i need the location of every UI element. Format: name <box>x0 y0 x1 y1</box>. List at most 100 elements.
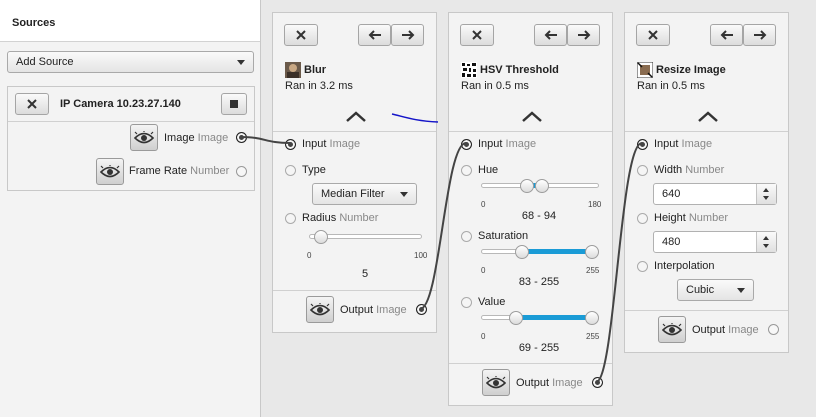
resize-input-socket[interactable] <box>637 139 648 150</box>
move-left-blur-button[interactable] <box>358 24 391 46</box>
collapse-chevron-icon[interactable] <box>521 111 543 123</box>
hue-max: 180 <box>588 200 602 209</box>
remove-resize-button[interactable] <box>636 24 670 46</box>
resize-step-card: Resize Image Ran in 0.5 ms Input Image W… <box>624 12 789 353</box>
hsv-input: Input Image <box>478 138 537 150</box>
interpolation-value: Cubic <box>686 284 715 296</box>
eye-icon <box>310 302 330 315</box>
width-label: Width Number <box>654 164 725 176</box>
value-low-thumb[interactable] <box>509 311 524 325</box>
blur-output-socket[interactable] <box>416 304 427 315</box>
height-spinner[interactable]: 480 <box>653 231 777 253</box>
chevron-down-icon <box>237 60 245 65</box>
camera-output-framerate: Frame Rate Number <box>129 165 230 177</box>
close-icon <box>648 30 658 40</box>
blur-step-card: Blur Ran in 3.2 ms Input Image Type Medi… <box>272 12 437 333</box>
chevron-down-icon <box>400 192 408 197</box>
move-left-hsv-button[interactable] <box>534 24 567 46</box>
arrow-right-icon <box>577 30 590 40</box>
hsv-step-card: HSV Threshold Ran in 0.5 ms Input Image … <box>448 12 613 406</box>
saturation-label: Saturation <box>478 230 529 242</box>
add-source-dropdown[interactable]: Add Source <box>7 51 254 73</box>
preview-image-button[interactable] <box>130 124 158 151</box>
height-spin-buttons[interactable] <box>756 232 776 252</box>
preview-hsv-output-button[interactable] <box>482 369 510 396</box>
eye-icon <box>100 164 120 177</box>
sources-header: Sources <box>0 0 260 42</box>
blur-type-value: Median Filter <box>321 188 385 200</box>
hsv-input-socket[interactable] <box>461 139 472 150</box>
spin-up-icon[interactable] <box>763 188 769 192</box>
remove-source-button[interactable] <box>15 93 49 115</box>
saturation-max: 255 <box>586 266 600 275</box>
remove-blur-button[interactable] <box>284 24 318 46</box>
saturation-high-thumb[interactable] <box>585 245 599 259</box>
height-value: 480 <box>662 236 681 248</box>
blur-title: Blur <box>304 64 326 76</box>
close-icon <box>472 30 482 40</box>
resize-input: Input Image <box>654 138 713 150</box>
blur-radius-socket[interactable] <box>285 213 296 224</box>
stop-icon <box>230 100 238 108</box>
arrow-left-icon <box>720 30 733 40</box>
value-range: 69 - 255 <box>518 342 560 354</box>
hue-label: Hue <box>478 164 499 176</box>
hue-low-thumb[interactable] <box>520 179 535 193</box>
saturation-socket[interactable] <box>461 231 472 242</box>
resize-output-socket[interactable] <box>768 324 779 335</box>
interpolation-dropdown[interactable]: Cubic <box>677 279 754 301</box>
camera-image-socket[interactable] <box>236 132 247 143</box>
camera-output-image: Image Image <box>164 132 229 144</box>
height-label: Height Number <box>654 212 728 224</box>
hsv-time: Ran in 0.5 ms <box>461 80 529 92</box>
move-right-blur-button[interactable] <box>391 24 424 46</box>
hue-socket[interactable] <box>461 165 472 176</box>
hsv-output-socket[interactable] <box>592 377 603 388</box>
collapse-chevron-icon[interactable] <box>697 111 719 123</box>
value-socket[interactable] <box>461 297 472 308</box>
saturation-low-thumb[interactable] <box>514 245 529 259</box>
eye-icon <box>134 130 154 143</box>
value-max: 255 <box>586 332 600 341</box>
remove-hsv-button[interactable] <box>460 24 494 46</box>
interpolation-socket[interactable] <box>637 261 648 272</box>
resize-title: Resize Image <box>656 64 726 76</box>
radius-value: 5 <box>361 268 369 280</box>
value-high-thumb[interactable] <box>585 311 599 325</box>
width-spin-buttons[interactable] <box>756 184 776 204</box>
move-right-resize-button[interactable] <box>743 24 776 46</box>
blur-input-socket[interactable] <box>285 139 296 150</box>
preview-resize-output-button[interactable] <box>658 316 686 343</box>
height-socket[interactable] <box>637 213 648 224</box>
width-socket[interactable] <box>637 165 648 176</box>
move-right-hsv-button[interactable] <box>567 24 600 46</box>
blur-type-socket[interactable] <box>285 165 296 176</box>
preview-blur-output-button[interactable] <box>306 296 334 323</box>
hue-high-thumb[interactable] <box>535 179 550 193</box>
arrow-right-icon <box>401 30 414 40</box>
resize-time: Ran in 0.5 ms <box>637 80 705 92</box>
camera-framerate-socket[interactable] <box>236 166 247 177</box>
stop-camera-button[interactable] <box>221 93 247 115</box>
camera-source-card: IP Camera 10.23.27.140 Image Image Frame… <box>7 86 255 191</box>
move-left-resize-button[interactable] <box>710 24 743 46</box>
value-label: Value <box>478 296 506 308</box>
width-spinner[interactable]: 640 <box>653 183 777 205</box>
value-slider-fill <box>516 315 592 320</box>
blur-type-label: Type <box>302 164 326 176</box>
hue-min: 0 <box>481 200 486 209</box>
spin-down-icon[interactable] <box>763 196 769 200</box>
blur-output: Output Image <box>340 304 407 316</box>
blur-type-dropdown[interactable]: Median Filter <box>312 183 417 205</box>
add-source-label: Add Source <box>16 56 74 68</box>
collapse-chevron-icon[interactable] <box>345 111 367 123</box>
spin-up-icon[interactable] <box>763 236 769 240</box>
radius-slider-thumb[interactable] <box>313 230 328 244</box>
hsv-title: HSV Threshold <box>480 64 559 76</box>
chevron-down-icon <box>737 288 745 293</box>
value-min: 0 <box>481 332 486 341</box>
arrow-left-icon <box>544 30 557 40</box>
spin-down-icon[interactable] <box>763 244 769 248</box>
preview-framerate-button[interactable] <box>96 158 124 185</box>
blur-input: Input Image <box>302 138 361 150</box>
